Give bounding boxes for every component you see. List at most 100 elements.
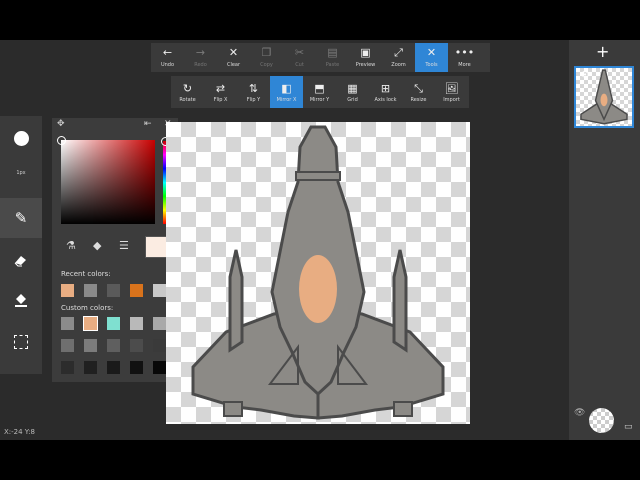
- flip-y-button[interactable]: ⇅ Flip Y: [237, 76, 270, 108]
- pin-panel-icon[interactable]: ⇤: [144, 119, 152, 129]
- toolbar-button-label: Undo: [160, 62, 175, 68]
- axis-lock-icon: ⊞: [380, 81, 391, 95]
- custom-colors-label: Custom colors:: [61, 304, 114, 312]
- flip-x-button[interactable]: ⇄ Flip X: [204, 76, 237, 108]
- custom-color-swatch[interactable]: [61, 317, 74, 330]
- resize-icon: ⤡: [414, 81, 423, 95]
- eyedropper-icon[interactable]: ⚗: [66, 239, 76, 252]
- eraser-icon: [14, 256, 26, 267]
- undo-button[interactable]: ← Undo: [151, 43, 184, 72]
- custom-color-swatch[interactable]: [130, 317, 143, 330]
- left-toolbar: 1px ✎: [0, 116, 42, 374]
- submenu-button-label: Grid: [347, 96, 358, 103]
- left-gun: [228, 249, 244, 353]
- rotate-icon: ↻: [182, 81, 193, 95]
- mirror-x-button[interactable]: ◧ Mirror X: [270, 76, 303, 108]
- grid-button[interactable]: ▦ Grid: [336, 76, 369, 108]
- mirror-y-icon: ⬒: [314, 81, 325, 95]
- add-layer-button[interactable]: +: [596, 42, 609, 61]
- preview-button[interactable]: ▣ Preview: [349, 43, 382, 72]
- toolbar-button-label: Redo: [194, 62, 207, 68]
- grid-icon: ▦: [347, 81, 358, 95]
- marquee-select-icon: [14, 335, 28, 349]
- custom-color-swatch[interactable]: [130, 339, 143, 352]
- right-engine: [393, 401, 413, 417]
- custom-color-swatch[interactable]: [153, 317, 166, 330]
- submenu-button-label: Mirror X: [276, 96, 297, 103]
- toolbar-button-label: Tools: [425, 62, 438, 68]
- pencil-icon: ✎: [14, 209, 28, 227]
- drawing-canvas[interactable]: [166, 122, 470, 424]
- left-engine: [223, 401, 243, 417]
- rotate-button[interactable]: ↻ Rotate: [171, 76, 204, 108]
- spaceship-drawing: [191, 125, 445, 420]
- recent-color-swatch[interactable]: [61, 284, 74, 297]
- color-panel-header: ✥ ⇤ ✕: [52, 118, 178, 132]
- toolbar-button-label: More: [458, 62, 471, 68]
- copy-icon: ❐: [261, 46, 272, 59]
- import-icon: 🖼: [444, 81, 459, 95]
- custom-color-swatch[interactable]: [61, 339, 74, 352]
- redo-button[interactable]: → Redo: [184, 43, 217, 72]
- color-eraser-icon[interactable]: ◆: [93, 239, 101, 252]
- recent-color-swatch[interactable]: [84, 284, 97, 297]
- submenu-button-label: Flip Y: [246, 96, 261, 103]
- cut-button[interactable]: ✂ Cut: [283, 43, 316, 72]
- right-gun: [392, 249, 408, 353]
- more-icon: •••: [454, 46, 475, 59]
- recent-colors-label: Recent colors:: [61, 270, 111, 278]
- color-settings-icon[interactable]: ☰: [119, 239, 129, 252]
- custom-color-swatch[interactable]: [153, 361, 166, 374]
- clear-button[interactable]: ✕ Clear: [217, 43, 250, 72]
- paste-button[interactable]: ▤ Paste: [316, 43, 349, 72]
- axis-lock-button[interactable]: ⊞ Axis lock: [369, 76, 402, 108]
- brush-size-dot: [13, 130, 29, 146]
- tools-button[interactable]: ✕ Tools: [415, 43, 448, 72]
- submenu-button-label: Axis lock: [374, 96, 397, 103]
- submenu-button-label: Flip X: [213, 96, 228, 103]
- custom-color-swatch[interactable]: [107, 317, 120, 330]
- undo-icon: ←: [162, 46, 173, 59]
- layer-preview: [580, 69, 628, 125]
- resize-button[interactable]: ⤡ Resize: [402, 76, 435, 108]
- background-visibility-icon[interactable]: 👁: [574, 408, 585, 418]
- saturation-value-picker[interactable]: [57, 136, 155, 224]
- cursor-coordinates: X:-24 Y:8: [4, 428, 35, 436]
- select-tool-button[interactable]: [0, 322, 42, 362]
- sv-picker-handle[interactable]: [57, 136, 66, 145]
- more-button[interactable]: ••• More: [448, 43, 481, 72]
- flip-x-icon: ⇄: [215, 81, 226, 95]
- mirror-y-button[interactable]: ⬒ Mirror Y: [303, 76, 336, 108]
- layer-thumbnail[interactable]: 👁: [574, 66, 634, 128]
- background-layer-button[interactable]: [589, 408, 614, 433]
- layer-options-icon[interactable]: ▭: [624, 422, 633, 432]
- move-panel-icon[interactable]: ✥: [57, 119, 65, 129]
- color-picker-panel: ✥ ⇤ ✕ ⚗ ◆ ☰ Recent colors: Custom colors…: [52, 118, 178, 382]
- pencil-tool-button[interactable]: ✎: [0, 198, 42, 238]
- brush-size-label: 1px: [0, 160, 42, 186]
- zoom-button[interactable]: ⤢ Zoom: [382, 43, 415, 72]
- import-button[interactable]: 🖼 Import: [435, 76, 468, 108]
- mirror-x-icon: ◧: [281, 81, 292, 95]
- recent-color-swatch[interactable]: [153, 284, 166, 297]
- tools-submenu: ↻ Rotate ⇄ Flip X ⇅ Flip Y ◧ Mirror X ⬒ Mirror Y ▦…: [171, 76, 469, 108]
- eraser-tool-button[interactable]: [0, 240, 42, 280]
- custom-color-swatch[interactable]: [84, 339, 97, 352]
- custom-color-swatch[interactable]: [61, 361, 74, 374]
- redo-icon: →: [195, 46, 206, 59]
- custom-color-swatch[interactable]: [83, 316, 98, 331]
- recent-color-swatch[interactable]: [107, 284, 120, 297]
- preview-icon: ▣: [360, 46, 371, 59]
- custom-color-swatch[interactable]: [107, 339, 120, 352]
- recent-color-swatch[interactable]: [130, 284, 143, 297]
- custom-color-swatch[interactable]: [107, 361, 120, 374]
- custom-color-swatch[interactable]: [130, 361, 143, 374]
- brush-size-button[interactable]: [0, 118, 42, 158]
- tools-icon: ✕: [426, 46, 437, 59]
- custom-color-swatch[interactable]: [84, 361, 97, 374]
- copy-button[interactable]: ❐ Copy: [250, 43, 283, 72]
- recent-colors-grid: [61, 284, 166, 297]
- toolbar-button-label: Preview: [355, 62, 376, 68]
- custom-color-swatch[interactable]: [153, 339, 166, 352]
- fill-tool-button[interactable]: [0, 280, 42, 320]
